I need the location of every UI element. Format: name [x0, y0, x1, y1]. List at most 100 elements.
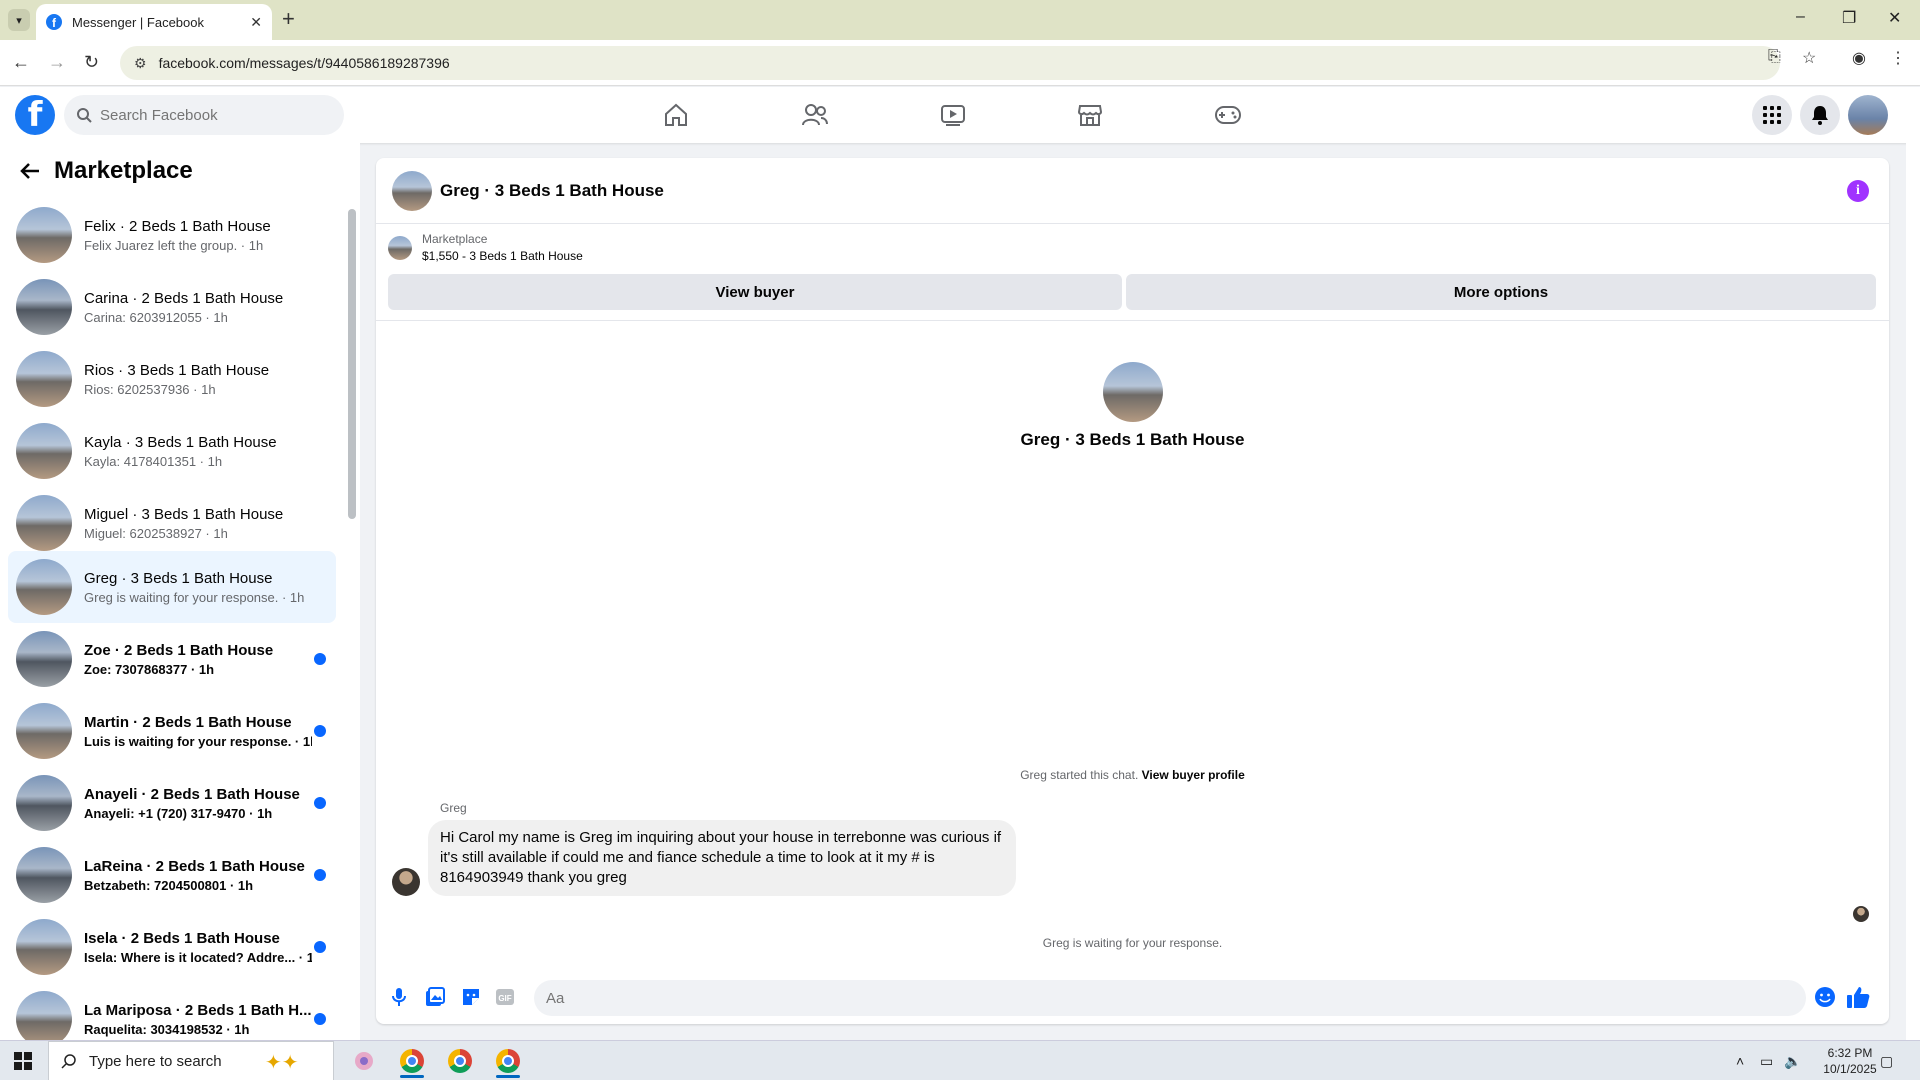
notifications-bell-icon[interactable] [1800, 95, 1840, 135]
menu-grid-icon[interactable] [1752, 95, 1792, 135]
gaming-icon[interactable] [1214, 101, 1242, 129]
chrome-taskbar-icon[interactable] [392, 1045, 432, 1078]
taskbar-search-placeholder: Type here to search [89, 1052, 222, 1070]
chat-started-text: Greg started this chat. [1020, 768, 1139, 782]
conversation-name: Anayeli · 2 Beds 1 Bath House [84, 785, 300, 803]
conversation-item[interactable]: Rios · 3 Beds 1 Bath House Rios: 62025379… [8, 343, 336, 415]
listing-thumbnail [16, 559, 72, 615]
address-bar[interactable]: ⚙ facebook.com/messages/t/94405861892873… [120, 46, 1780, 80]
sender-avatar[interactable] [392, 868, 420, 896]
listing-thumbnail [16, 207, 72, 263]
browser-toolbar: ← → ↻ ⚙ facebook.com/messages/t/94405861… [0, 40, 1920, 86]
site-info-icon[interactable]: ⚙ [134, 55, 147, 72]
conversation-preview: Greg is waiting for your response. · 1h [84, 589, 305, 605]
conversation-item[interactable]: Isela · 2 Beds 1 Bath House Isela: Where … [8, 911, 336, 983]
thumbs-up-icon[interactable] [1845, 984, 1871, 1010]
new-tab-icon[interactable]: + [282, 8, 295, 30]
conversation-item[interactable]: LaReina · 2 Beds 1 Bath House Betzabeth: … [8, 839, 336, 911]
conversation-preview: Anayeli: +1 (720) 317-9470 · 1h [84, 805, 273, 821]
close-window-icon[interactable]: ✕ [1888, 8, 1901, 28]
taskbar-clock[interactable]: 6:32 PM 10/1/2025 [1810, 1045, 1890, 1077]
conversation-item[interactable]: Anayeli · 2 Beds 1 Bath House Anayeli: +1… [8, 767, 336, 839]
conversation-item[interactable]: Zoe · 2 Beds 1 Bath House Zoe: 7307868377… [8, 623, 336, 695]
url-text: facebook.com/messages/t/9440586189287396 [158, 55, 450, 71]
video-icon[interactable] [939, 101, 967, 129]
listing-thumbnail [16, 919, 72, 975]
conversation-name: Rios · 3 Beds 1 Bath House [84, 361, 270, 379]
listing-thumbnail [16, 847, 72, 903]
profile-icon[interactable]: ◉ [1852, 48, 1866, 68]
listing-thumbnail [16, 279, 72, 335]
bookmark-star-icon[interactable]: ☆ [1802, 48, 1816, 68]
page-scrollbar[interactable] [1906, 90, 1920, 1040]
facebook-logo-icon[interactable]: f [15, 95, 55, 135]
message-input[interactable] [534, 980, 1806, 1016]
tab-search-dropdown-icon[interactable]: ▾ [8, 9, 30, 31]
sticker-icon[interactable] [460, 986, 482, 1008]
facebook-search-input[interactable] [100, 106, 320, 124]
divider [376, 320, 1889, 321]
gif-icon[interactable]: GIF [494, 986, 516, 1008]
taskbar-app-icon[interactable] [344, 1045, 384, 1077]
volume-icon[interactable]: 🔈 [1784, 1053, 1801, 1070]
unread-dot [314, 797, 326, 809]
message-composer: GIF [376, 972, 1889, 1024]
sidebar-scrollbar[interactable] [348, 209, 356, 519]
conversation-item[interactable]: Felix · 2 Beds 1 Bath House Felix Juarez … [8, 199, 336, 271]
back-icon[interactable]: ← [12, 52, 30, 73]
photo-icon[interactable] [424, 986, 446, 1008]
view-buyer-profile-link[interactable]: View buyer profile [1142, 768, 1245, 782]
chat-listing-thumbnail[interactable] [392, 170, 432, 211]
conversation-preview: Rios: 6202537936 · 1h [84, 381, 216, 397]
tray-overflow-icon[interactable]: ˄ [1736, 1053, 1744, 1069]
emoji-icon[interactable] [1814, 986, 1836, 1008]
facebook-search[interactable] [64, 95, 344, 135]
conversation-item-active[interactable]: Greg · 3 Beds 1 Bath House Greg is waitin… [8, 551, 336, 623]
listing-mini-thumbnail [388, 235, 412, 260]
forward-icon[interactable]: → [48, 52, 66, 73]
notification-center-icon[interactable]: ▢ [1880, 1053, 1893, 1070]
conversation-preview: Raquelita: 3034198532 · 1h [84, 1021, 250, 1037]
listing-summary[interactable]: Marketplace $1,550 - 3 Beds 1 Bath House [388, 232, 583, 263]
sidebar-title: Marketplace [54, 157, 193, 184]
microphone-icon[interactable] [388, 986, 410, 1008]
more-options-button[interactable]: More options [1126, 274, 1876, 310]
conversation-item[interactable]: Miguel · 3 Beds 1 Bath House Miguel: 6202… [8, 487, 336, 559]
browser-tab[interactable]: f Messenger | Facebook ✕ [36, 4, 272, 40]
marketplace-icon[interactable] [1076, 101, 1104, 129]
windows-start-icon[interactable] [14, 1052, 32, 1070]
conversation-preview: Isela: Where is it located? Addre... · 1… [84, 949, 312, 965]
chat-started-note: Greg started this chat. View buyer profi… [376, 768, 1889, 782]
browser-menu-icon[interactable]: ⋮ [1890, 48, 1906, 68]
listing-thumbnail [16, 351, 72, 407]
conversation-item[interactable]: Kayla · 3 Beds 1 Bath House Kayla: 417840… [8, 415, 336, 487]
install-app-icon[interactable]: ⎘ [1768, 48, 1781, 66]
chat-header: Greg · 3 Beds 1 Bath House i [376, 158, 1889, 224]
unread-dot [314, 869, 326, 881]
back-arrow-icon[interactable] [20, 162, 40, 180]
chrome-taskbar-icon[interactable] [488, 1045, 528, 1078]
tab-close-icon[interactable]: ✕ [250, 14, 262, 31]
network-icon[interactable]: ▭ [1760, 1053, 1773, 1070]
browser-tab-bar: ▾ f Messenger | Facebook ✕ + – ❐ ✕ [0, 0, 1920, 40]
marketplace-label: Marketplace [422, 232, 488, 246]
conversation-preview: Betzabeth: 7204500801 · 1h [84, 877, 254, 893]
chat-title[interactable]: Greg · 3 Beds 1 Bath House [440, 181, 664, 201]
reload-icon[interactable]: ↻ [84, 52, 99, 73]
info-icon[interactable]: i [1847, 180, 1869, 202]
conversation-hero-title: Greg · 3 Beds 1 Bath House [1020, 430, 1245, 449]
windows-taskbar: Type here to search ✦✦ ˄ ▭ 🔈 6:32 PM 10/… [0, 1040, 1920, 1080]
friends-icon[interactable] [801, 101, 829, 129]
restore-icon[interactable]: ❐ [1842, 8, 1856, 28]
taskbar-search[interactable]: Type here to search ✦✦ [48, 1041, 334, 1080]
account-avatar[interactable] [1848, 95, 1888, 135]
home-icon[interactable] [662, 101, 690, 129]
conversation-item[interactable]: La Mariposa · 2 Beds 1 Bath H... Raquelit… [8, 983, 336, 1040]
minimize-icon[interactable]: – [1796, 8, 1805, 26]
chrome-taskbar-icon[interactable] [440, 1045, 480, 1077]
chat-panel: Greg · 3 Beds 1 Bath House i Marketplace… [376, 158, 1889, 1024]
conversation-item[interactable]: Carina · 2 Beds 1 Bath House Carina: 6203… [8, 271, 336, 343]
conversation-item[interactable]: Martin · 2 Beds 1 Bath House Luis is wait… [8, 695, 336, 767]
unread-dot [314, 1013, 326, 1025]
view-buyer-button[interactable]: View buyer [388, 274, 1122, 310]
